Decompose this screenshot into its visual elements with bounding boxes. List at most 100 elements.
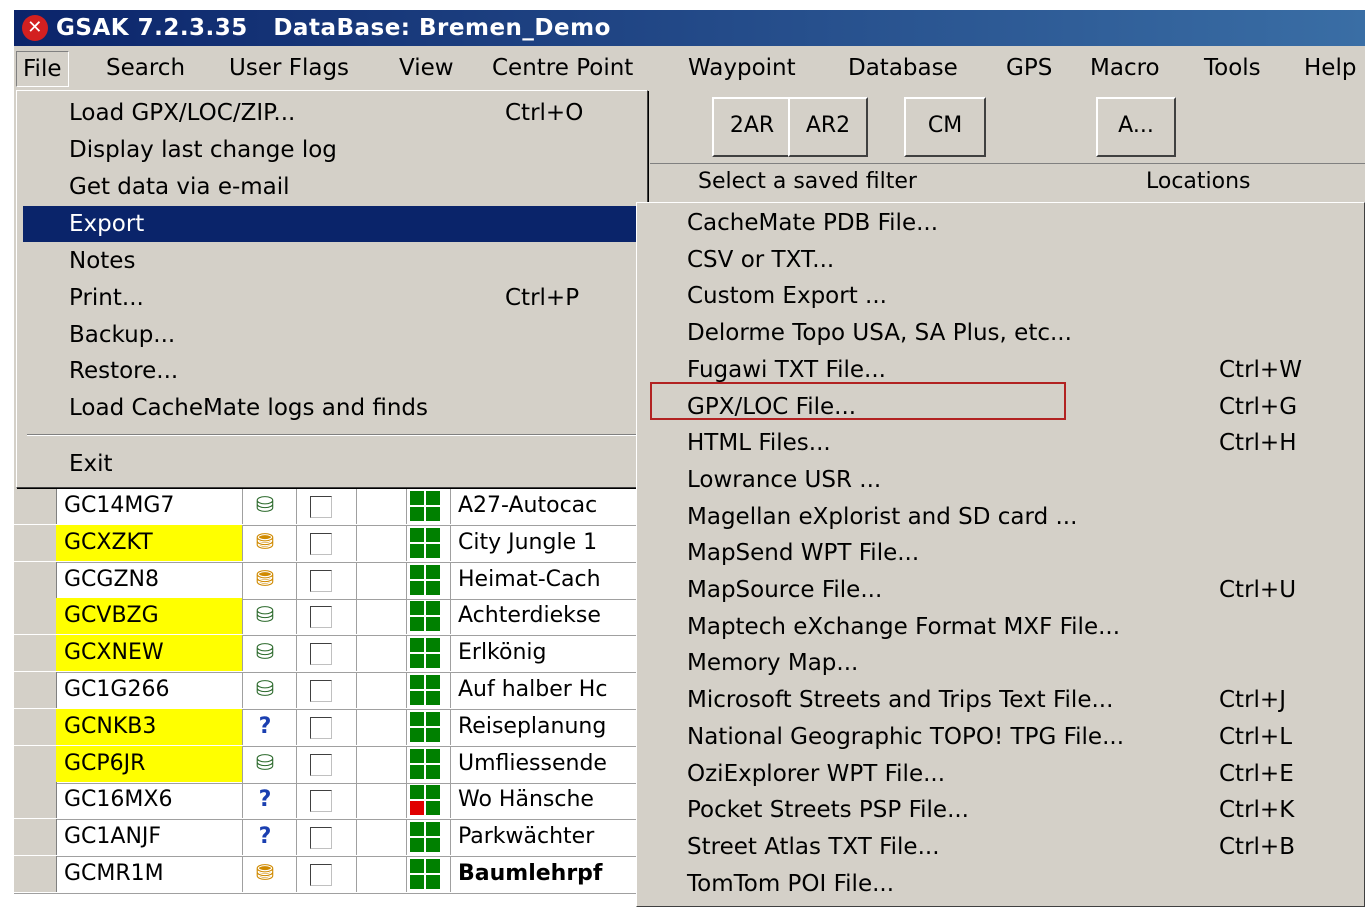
table-row[interactable]: GC1G266 ⛁ Auf halber Hc [14, 672, 644, 710]
export-menu-item[interactable]: CSV or TXT... [641, 242, 1365, 279]
table-row[interactable]: GCVBZG ⛁ Achterdiekse [14, 598, 644, 637]
export-menu-item[interactable]: Lowrance USR ... [641, 462, 1365, 499]
row-selector[interactable] [14, 708, 57, 745]
menu-macro[interactable]: Macro [1084, 51, 1166, 85]
row-selector[interactable] [14, 635, 57, 672]
table-row[interactable]: GCMR1M ⛃ Baumlehrpf [14, 856, 644, 894]
checkbox-icon[interactable] [310, 716, 332, 739]
export-menu-item[interactable]: Microsoft Streets and Trips Text File...… [641, 682, 1365, 719]
status-square [426, 859, 440, 873]
export-menu-item[interactable]: Street Atlas TXT File... Ctrl+B [641, 829, 1365, 866]
table-row[interactable]: GCXNEW ⛁ Erlkönig [14, 635, 644, 674]
table-row[interactable]: GCP6JR ⛁ Umfliessende [14, 745, 644, 784]
table-row[interactable]: GC1ANJF? Parkwächter [14, 819, 644, 858]
export-menu-item[interactable]: National Geographic TOPO! TPG File... Ctr… [641, 719, 1365, 756]
menu-tools[interactable]: Tools [1198, 51, 1267, 85]
menu-centre-point[interactable]: Centre Point [486, 51, 639, 85]
menu-search[interactable]: Search [100, 51, 191, 85]
row-selector[interactable] [14, 819, 57, 856]
menu-item-label: Get data via e-mail [69, 174, 290, 200]
user-flag-checkbox[interactable] [296, 708, 357, 745]
user-flag-checkbox[interactable] [296, 672, 357, 708]
export-menu-item[interactable]: MapSource File... Ctrl+U [641, 572, 1365, 609]
row-selector[interactable] [14, 598, 57, 635]
file-menu-display-change-log[interactable]: Display last change log [23, 132, 683, 168]
checkbox-icon[interactable] [310, 532, 332, 555]
user-flag-checkbox[interactable] [296, 856, 357, 892]
file-menu-backup[interactable]: Backup... [23, 317, 683, 353]
row-selector[interactable] [14, 745, 57, 782]
export-menu-item[interactable]: TomTom POI File... [641, 866, 1365, 903]
menu-database[interactable]: Database [842, 51, 964, 85]
file-menu-print[interactable]: Print... Ctrl+P [23, 280, 683, 316]
table-row[interactable]: GC16MX6? Wo Hänsche [14, 782, 644, 821]
checkbox-icon[interactable] [310, 827, 332, 850]
toolbar-button-ar2[interactable]: AR2 [788, 97, 868, 157]
checkbox-icon[interactable] [310, 643, 332, 666]
locations-label[interactable]: Locations [1146, 169, 1251, 194]
menu-waypoint[interactable]: Waypoint [682, 51, 802, 85]
checkbox-icon[interactable] [310, 606, 332, 629]
user-flag-checkbox[interactable] [296, 598, 357, 635]
table-row[interactable]: GC14MG7 ⛁ A27-Autocac [14, 488, 644, 526]
row-selector[interactable] [14, 856, 57, 892]
row-selector[interactable] [14, 561, 57, 598]
cache-code: GC16MX6 [56, 782, 243, 819]
row-selector[interactable] [14, 672, 57, 708]
checkbox-icon[interactable] [310, 496, 332, 518]
empty-cell [356, 524, 407, 561]
export-menu-item[interactable]: Custom Export ... [641, 278, 1365, 315]
export-menu-item[interactable]: MapSend WPT File... [641, 535, 1365, 572]
cache-grid[interactable]: GC14MG7 ⛁ A27-Autocac GCXZKT ⛃ City Jungle 1G… [14, 488, 644, 907]
export-menu-item[interactable]: Pocket Streets PSP File... Ctrl+K [641, 792, 1365, 829]
file-menu-export[interactable]: Export ▶ [23, 206, 683, 242]
menu-user-flags[interactable]: User Flags [223, 51, 355, 85]
mystery-cache-icon: ? [234, 708, 297, 745]
user-flag-checkbox[interactable] [296, 524, 357, 561]
export-menu-item[interactable]: HTML Files... Ctrl+H [641, 425, 1365, 462]
checkbox-icon[interactable] [310, 864, 332, 886]
export-menu-item[interactable]: OziExplorer WPT File... Ctrl+E [641, 756, 1365, 793]
table-row[interactable]: GCGZN8 ⛃ Heimat-Cach [14, 561, 644, 600]
user-flag-checkbox[interactable] [296, 635, 357, 672]
row-selector[interactable] [14, 782, 57, 819]
checkbox-icon[interactable] [310, 790, 332, 813]
toolbar-button-2ar[interactable]: 2AR [712, 97, 792, 157]
row-selector[interactable] [14, 488, 57, 524]
export-menu-item[interactable]: Memory Map... [641, 645, 1365, 682]
export-menu-item[interactable]: Magellan eXplorist and SD card ... [641, 499, 1365, 536]
export-menu-item[interactable]: Maptech eXchange Format MXF File... [641, 609, 1365, 646]
toolbar-button-a[interactable]: A... [1096, 97, 1176, 157]
checkbox-icon[interactable] [310, 569, 332, 592]
menu-item-shortcut: Ctrl+W [1219, 356, 1302, 383]
file-menu-exit[interactable]: Exit [23, 446, 683, 482]
file-menu-get-data-email[interactable]: Get data via e-mail [23, 169, 683, 205]
row-selector[interactable] [14, 524, 57, 561]
table-row[interactable]: GCNKB3? Reiseplanung [14, 708, 644, 747]
status-square [410, 564, 424, 579]
cache-name: Parkwächter [458, 824, 595, 850]
table-row[interactable]: GCXZKT ⛃ City Jungle 1 [14, 524, 644, 563]
user-flag-checkbox[interactable] [296, 561, 357, 598]
menu-file[interactable]: File [16, 51, 69, 87]
file-menu-notes[interactable]: Notes ▶ [23, 243, 683, 279]
traditional-cache-icon: ⛁ [234, 635, 297, 672]
checkbox-icon[interactable] [310, 680, 332, 702]
toolbar-button-cm[interactable]: CM [904, 97, 986, 157]
menu-help[interactable]: Help [1298, 51, 1362, 85]
user-flag-checkbox[interactable] [296, 782, 357, 819]
user-flag-checkbox[interactable] [296, 745, 357, 782]
saved-filter-label[interactable]: Select a saved filter [698, 169, 917, 194]
gsak-logo-icon[interactable]: ✕ [22, 15, 48, 41]
menu-view[interactable]: View [393, 51, 460, 85]
file-menu-restore[interactable]: Restore... [23, 353, 683, 389]
export-menu-item[interactable]: CacheMate PDB File... [641, 205, 1365, 242]
export-menu-item[interactable]: Delorme Topo USA, SA Plus, etc... [641, 315, 1365, 352]
menu-item-label: HTML Files... [687, 430, 831, 457]
file-menu-load-cachemate[interactable]: Load CacheMate logs and finds [23, 390, 683, 426]
user-flag-checkbox[interactable] [296, 488, 357, 524]
user-flag-checkbox[interactable] [296, 819, 357, 856]
checkbox-icon[interactable] [310, 753, 332, 776]
menu-gps[interactable]: GPS [1000, 51, 1058, 85]
file-menu-load-gpx[interactable]: Load GPX/LOC/ZIP... Ctrl+O [23, 95, 683, 131]
